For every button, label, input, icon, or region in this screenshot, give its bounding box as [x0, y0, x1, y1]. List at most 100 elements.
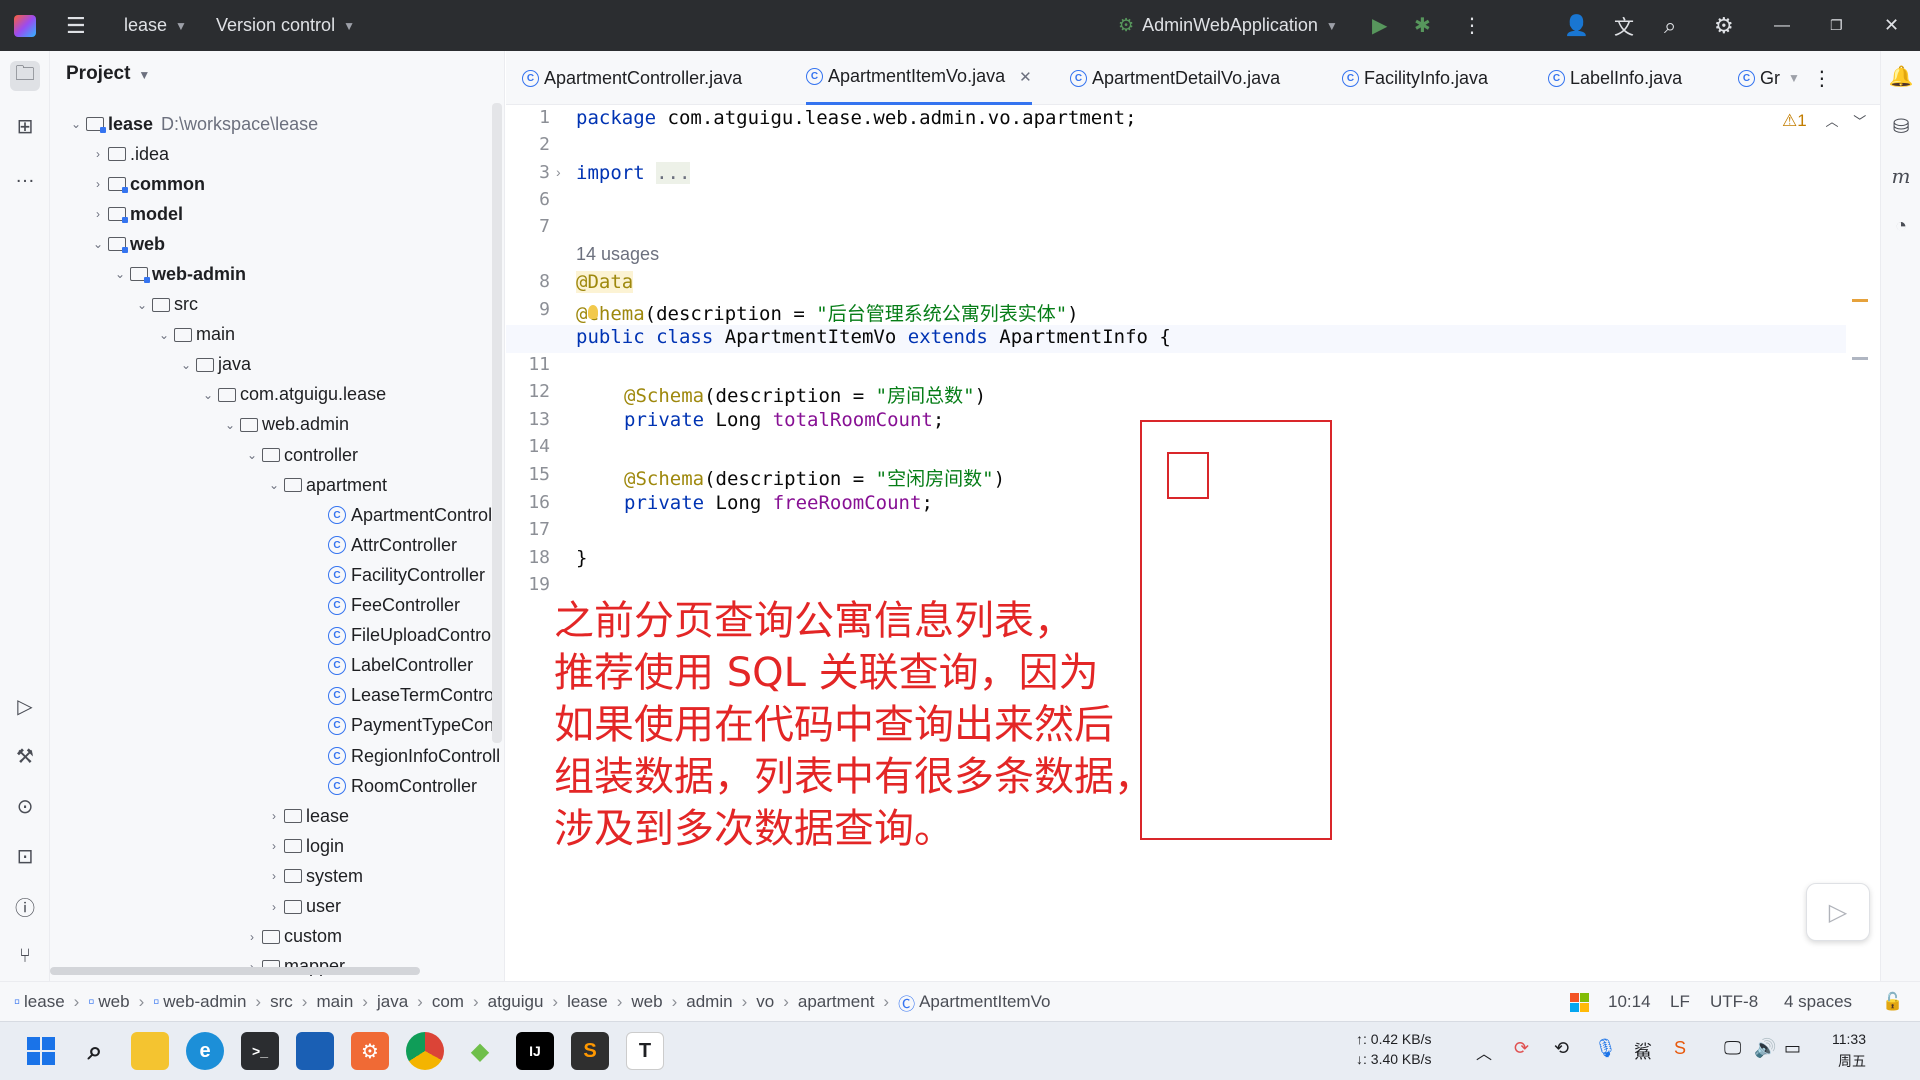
- warnings-indicator[interactable]: ⚠1 ︿ ﹀: [1782, 111, 1866, 131]
- input-method-icon[interactable]: 鯊: [1634, 1038, 1652, 1064]
- network-icon[interactable]: 🖵: [1724, 1038, 1741, 1059]
- chevron-down-icon[interactable]: ⌄: [88, 237, 108, 251]
- tree-item[interactable]: C FileUploadControll: [308, 621, 499, 651]
- breadcrumb-item[interactable]: com: [432, 992, 464, 1012]
- chevron-down-icon[interactable]: ﹀: [1853, 114, 1866, 129]
- microphone-icon[interactable]: 🎙: [1594, 1038, 1617, 1059]
- typora-icon[interactable]: T: [626, 1032, 664, 1070]
- sogou-icon[interactable]: S: [1674, 1038, 1686, 1059]
- volume-icon[interactable]: 🔊: [1754, 1038, 1776, 1059]
- tree-item[interactable]: C ApartmentControll: [308, 500, 496, 530]
- terminal-app-icon[interactable]: >_: [241, 1032, 279, 1070]
- tree-item[interactable]: › model: [88, 199, 183, 229]
- video-play-icon[interactable]: ▷: [1806, 883, 1870, 941]
- clock-day[interactable]: 周五: [1838, 1051, 1866, 1071]
- breadcrumb-item[interactable]: atguigu: [488, 992, 544, 1012]
- database-icon[interactable]: ⛁: [1886, 111, 1916, 141]
- run-tool-icon[interactable]: ▷: [10, 691, 40, 721]
- chevron-right-icon[interactable]: ›: [88, 177, 108, 191]
- tree-item[interactable]: › common: [88, 169, 205, 199]
- clock-time[interactable]: 11:33: [1832, 1031, 1866, 1047]
- store-icon[interactable]: [296, 1032, 334, 1070]
- tree-item[interactable]: ⌄ src: [132, 290, 198, 320]
- intellij-logo-icon[interactable]: [14, 0, 36, 51]
- problems-icon[interactable]: ⓘ: [10, 891, 40, 921]
- chevron-right-icon[interactable]: ›: [264, 839, 284, 853]
- breadcrumb-item[interactable]: lease: [24, 992, 65, 1012]
- tree-item[interactable]: ⌄ com.atguigu.lease: [198, 380, 386, 410]
- breadcrumb-item[interactable]: vo: [756, 992, 774, 1012]
- vcs-menu[interactable]: Version control ▼: [216, 0, 355, 51]
- intellij-taskbar-icon[interactable]: IJ: [516, 1032, 554, 1070]
- app-kite-icon[interactable]: ◆: [461, 1032, 499, 1070]
- breadcrumb-item[interactable]: apartment: [798, 992, 875, 1012]
- tray-app-icon[interactable]: ⟳: [1514, 1038, 1529, 1059]
- chevron-down-icon[interactable]: ⌄: [264, 478, 284, 492]
- tree-item[interactable]: ⌄ java: [176, 350, 251, 380]
- breadcrumb-item[interactable]: lease: [567, 992, 608, 1012]
- breadcrumb-item[interactable]: web: [98, 992, 129, 1012]
- tree-item[interactable]: C RegionInfoControll: [308, 741, 500, 771]
- search-icon[interactable]: ⌕: [76, 1032, 114, 1070]
- sync-icon[interactable]: ⟲: [1554, 1038, 1569, 1059]
- tree-item[interactable]: ⌄ apartment: [264, 470, 387, 500]
- tree-root[interactable]: ⌄ lease D:\workspace\lease: [66, 109, 318, 139]
- chevron-right-icon[interactable]: ›: [242, 930, 262, 944]
- tree-item[interactable]: C FeeController: [308, 591, 460, 621]
- chevron-down-icon[interactable]: ⌄: [154, 328, 174, 342]
- cursor-position[interactable]: 10:14: [1608, 982, 1651, 1022]
- run-icon[interactable]: ▶: [1372, 0, 1387, 51]
- terminal-icon[interactable]: ⊡: [10, 841, 40, 871]
- edge-icon[interactable]: e: [186, 1032, 224, 1070]
- usages-hint[interactable]: 14 usages: [576, 244, 659, 265]
- chevron-right-icon[interactable]: ›: [264, 869, 284, 883]
- git-icon[interactable]: ⑂: [10, 941, 40, 971]
- warning-stripe[interactable]: [1852, 299, 1868, 302]
- tree-item[interactable]: C RoomController: [308, 771, 477, 801]
- debug-icon[interactable]: ✱: [1414, 0, 1431, 51]
- tab-facility-info[interactable]: C FacilityInfo.java: [1342, 51, 1488, 105]
- tree-item[interactable]: ⌄ controller: [242, 440, 358, 470]
- app-orange-icon[interactable]: ⚙: [351, 1032, 389, 1070]
- search-icon[interactable]: ⌕: [1664, 0, 1676, 51]
- tab-apartment-detail-vo[interactable]: C ApartmentDetailVo.java: [1070, 51, 1280, 105]
- project-panel-title[interactable]: Project ▼: [66, 63, 150, 85]
- breadcrumb-item[interactable]: src: [270, 992, 293, 1012]
- project-folder-icon[interactable]: 🗀: [10, 61, 40, 91]
- chevron-down-icon[interactable]: ⌄: [176, 358, 196, 372]
- chevron-down-icon[interactable]: ⌄: [110, 267, 130, 281]
- intention-bulb-icon[interactable]: [588, 305, 598, 319]
- file-encoding[interactable]: UTF-8: [1710, 982, 1758, 1022]
- run-config-selector[interactable]: ⚙ AdminWebApplication ▼: [1118, 0, 1338, 51]
- tree-item[interactable]: › system: [264, 861, 363, 891]
- chevron-down-icon[interactable]: ⌄: [132, 298, 152, 312]
- chevron-down-icon[interactable]: ⌄: [242, 448, 262, 462]
- tree-item[interactable]: C FacilityController: [308, 560, 485, 590]
- more-tools-icon[interactable]: …: [10, 161, 40, 191]
- minimize-icon[interactable]: —: [1774, 0, 1790, 51]
- chevron-right-icon[interactable]: ›: [264, 809, 284, 823]
- breadcrumb-item[interactable]: web: [631, 992, 662, 1012]
- close-tab-icon[interactable]: ✕: [1019, 68, 1032, 86]
- chevron-up-icon[interactable]: ︿: [1476, 1040, 1492, 1064]
- file-explorer-icon[interactable]: [131, 1032, 169, 1070]
- tree-horizontal-scrollbar[interactable]: [50, 967, 420, 975]
- breadcrumb-item[interactable]: java: [377, 992, 408, 1012]
- chrome-icon[interactable]: [406, 1032, 444, 1070]
- notifications-icon[interactable]: 🔔: [1886, 61, 1916, 91]
- more-icon[interactable]: ⋮: [1462, 0, 1482, 51]
- main-menu-icon[interactable]: ☰: [66, 0, 86, 51]
- structure-icon[interactable]: ⊞: [10, 111, 40, 141]
- tree-item[interactable]: C LeaseTermControl: [308, 681, 498, 711]
- breadcrumb-item[interactable]: main: [316, 992, 353, 1012]
- chevron-down-icon[interactable]: ⌄: [220, 418, 240, 432]
- translate-icon[interactable]: 文: [1614, 0, 1634, 51]
- tab-apartment-controller[interactable]: C ApartmentController.java: [522, 51, 742, 105]
- services-icon[interactable]: ⊙: [10, 791, 40, 821]
- tree-item[interactable]: › user: [264, 892, 341, 922]
- gradle-icon[interactable]: ◔: [1886, 211, 1916, 241]
- close-icon[interactable]: ✕: [1884, 0, 1899, 51]
- start-icon[interactable]: [22, 1032, 60, 1070]
- project-switcher[interactable]: lease ▼: [124, 0, 187, 51]
- chevron-down-icon[interactable]: ▼: [1788, 71, 1800, 85]
